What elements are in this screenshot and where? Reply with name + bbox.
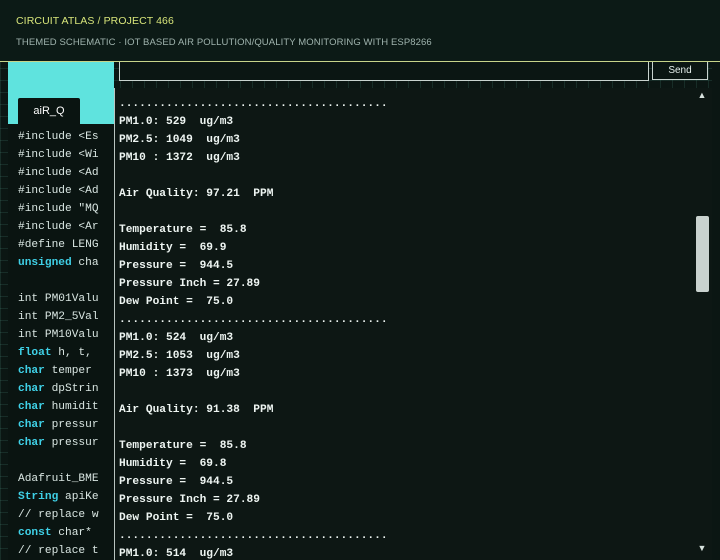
serial-output-line: ........................................ [119, 98, 388, 110]
code-line: Adafruit_BME [18, 473, 99, 485]
code-line: // replace w [18, 509, 99, 521]
code-line: char pressur [18, 437, 99, 449]
serial-output-line: Pressure = 944.5 [119, 260, 234, 272]
serial-output-line [119, 167, 695, 185]
serial-output-text: ........................................… [119, 95, 695, 560]
serial-output-line: Temperature = 85.8 [119, 224, 247, 236]
serial-input-field[interactable] [119, 62, 649, 81]
serial-output-line: PM2.5: 1049 ug/m3 [119, 134, 240, 146]
code-line: float h, t, [18, 347, 92, 359]
code-line: int PM01Valu [18, 293, 99, 305]
serial-monitor-output: ........................................… [114, 88, 713, 560]
code-line: char pressur [18, 419, 99, 431]
scroll-up-icon[interactable]: ▲ [697, 90, 707, 100]
serial-output-line: Humidity = 69.8 [119, 458, 227, 470]
serial-output-line: Pressure = 944.5 [119, 476, 234, 488]
tab-sketch[interactable]: aiR_Q [18, 98, 80, 124]
serial-output-line: Air Quality: 97.21 PPM [119, 188, 274, 200]
code-line: int PM10Valu [18, 329, 99, 341]
code-line: int PM2_5Val [18, 311, 99, 323]
serial-output-line: PM10 : 1373 ug/m3 [119, 368, 240, 380]
serial-output-line: Pressure Inch = 27.89 [119, 278, 260, 290]
code-line: #include <Ad [18, 167, 99, 179]
page-subtitle: THEMED SCHEMATIC · IOT BASED AIR POLLUTI… [16, 37, 432, 48]
serial-output-line: Air Quality: 91.38 PPM [119, 404, 274, 416]
code-line: #include <Ar [18, 221, 99, 233]
code-line: #include <Wi [18, 149, 99, 161]
arduino-ide-window: aiR_Q #include <Es #include <Wi #include <… [8, 62, 114, 560]
code-line: #define LENG [18, 239, 99, 251]
code-line: String apiKe [18, 491, 99, 503]
serial-output-line: ........................................ [119, 530, 388, 542]
code-editor[interactable]: #include <Es #include <Wi #include <Ad #inc… [18, 128, 114, 560]
code-line: #include <Es [18, 131, 99, 143]
page-header: CIRCUIT ATLAS / PROJECT 466 THEMED SCHEM… [0, 0, 720, 62]
scroll-down-icon[interactable]: ▼ [697, 543, 707, 553]
code-line: // replace t [18, 545, 99, 557]
serial-output-line: PM2.5: 1053 ug/m3 [119, 350, 240, 362]
scrollbar-thumb[interactable] [696, 216, 709, 292]
serial-output-line: PM1.0: 514 ug/m3 [119, 548, 234, 560]
breadcrumb[interactable]: CIRCUIT ATLAS / PROJECT 466 [16, 15, 174, 27]
serial-output-line: PM1.0: 524 ug/m3 [119, 332, 234, 344]
serial-output-line: Dew Point = 75.0 [119, 512, 234, 524]
serial-output-line: Dew Point = 75.0 [119, 296, 234, 308]
serial-output-line [119, 203, 695, 221]
code-line: const char* [18, 527, 92, 539]
code-line: #include "MQ [18, 203, 99, 215]
serial-output-line: Temperature = 85.8 [119, 440, 247, 452]
window-frame-edge [712, 62, 720, 560]
code-line: #include <Ad [18, 185, 99, 197]
serial-output-line: PM10 : 1372 ug/m3 [119, 152, 240, 164]
code-line: unsigned cha [18, 257, 99, 269]
serial-output-line: PM1.0: 529 ug/m3 [119, 116, 234, 128]
serial-output-line [119, 383, 695, 401]
code-line: char temper [18, 365, 92, 377]
code-line: char dpStrin [18, 383, 99, 395]
serial-output-line [119, 419, 695, 437]
serial-output-line: Humidity = 69.9 [119, 242, 227, 254]
scrollbar[interactable] [695, 88, 709, 560]
serial-output-line: Pressure Inch = 27.89 [119, 494, 260, 506]
code-line: char humidit [18, 401, 99, 413]
serial-output-line: ........................................ [119, 314, 388, 326]
send-button[interactable]: Send [652, 62, 708, 80]
